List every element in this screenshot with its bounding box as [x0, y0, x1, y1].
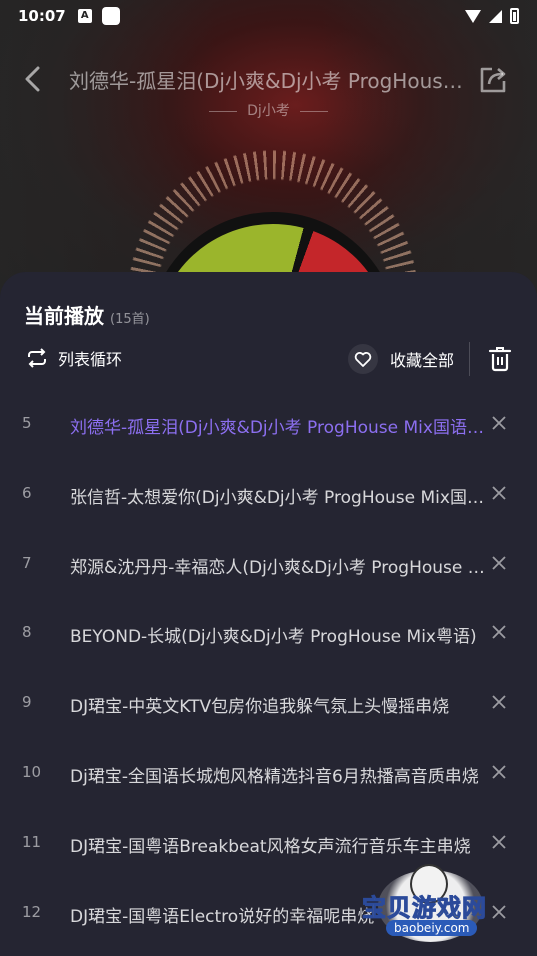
remove-track-button[interactable] [488, 761, 510, 783]
close-icon [492, 625, 506, 640]
playlist-item[interactable]: 8 BEYOND-长城(Dj小爽&Dj小考 ProgHouse Mix粤语) [0, 599, 537, 669]
track-name: 郑源&沈丹丹-幸福恋人(Dj小爽&Dj小考 ProgHouse Mix) [70, 557, 486, 578]
share-button[interactable] [476, 63, 510, 97]
playlist-controls: 列表循环 收藏全部 [0, 342, 537, 378]
share-icon [480, 67, 506, 93]
remove-track-button[interactable] [488, 482, 510, 504]
track-number: 6 [22, 483, 32, 502]
track-name: Dj珺宝-全国语长城炮风格精选抖音6月热播高音质串烧 [70, 766, 479, 787]
song-title: 刘德华-孤星泪(Dj小爽&Dj小考 ProgHouse Mix国语女) [69, 69, 465, 93]
remove-track-button[interactable] [488, 691, 510, 713]
loop-mode-button[interactable]: 列表循环 [26, 346, 122, 370]
track-name: BEYOND-长城(Dj小爽&Dj小考 ProgHouse Mix粤语) [70, 627, 477, 648]
watermark: 宝贝游戏网 baobeiy.com [358, 858, 508, 948]
playlist-item[interactable]: 10 Dj珺宝-全国语长城炮风格精选抖音6月热播高音质串烧 [0, 739, 537, 809]
remove-track-button[interactable] [488, 831, 510, 853]
favorite-all-button[interactable]: 收藏全部 [348, 344, 454, 374]
remove-track-button[interactable] [488, 412, 510, 434]
watermark-text: 宝贝游戏网 [362, 894, 487, 923]
notification-a-icon: A [77, 9, 92, 23]
controls-divider [469, 342, 470, 376]
track-name: DJ珺宝-中英文KTV包房你追我躲气氛上头慢摇串烧 [70, 697, 450, 718]
signal-icon [489, 9, 502, 23]
track-number: 7 [22, 553, 32, 572]
status-time: 10:07 [18, 7, 66, 25]
player-background [0, 0, 537, 300]
artist-divider-right [299, 110, 328, 112]
artist-row: Dj小考 [0, 100, 537, 120]
playlist-item[interactable]: 5 刘德华-孤星泪(Dj小爽&Dj小考 ProgHouse Mix国语女) [0, 390, 537, 460]
favorite-all-label: 收藏全部 [390, 351, 455, 370]
notification-app-icon [101, 7, 120, 25]
track-number: 10 [22, 762, 42, 781]
playlist-item[interactable]: 6 张信哲-太想爱你(Dj小爽&Dj小考 ProgHouse Mix国语) [0, 460, 537, 530]
heart-icon [354, 352, 372, 367]
playlist-item[interactable]: 7 郑源&沈丹丹-幸福恋人(Dj小爽&Dj小考 ProgHouse Mix) [0, 530, 537, 600]
repeat-icon [28, 348, 46, 368]
loop-mode-label: 列表循环 [58, 350, 123, 369]
close-icon [492, 695, 506, 709]
close-icon [492, 555, 506, 570]
close-icon [492, 416, 506, 430]
player-header: 刘德华-孤星泪(Dj小爽&Dj小考 ProgHouse Mix国语女) [0, 55, 537, 105]
artist-name[interactable]: Dj小考 [247, 103, 290, 119]
playlist-sheet: 当前播放 (15首) 列表循环 收藏全部 5 刘德华-孤星泪(Dj小爽&Dj小考… [0, 272, 537, 956]
artist-divider-left [209, 110, 238, 112]
close-icon [492, 835, 506, 849]
track-number: 8 [22, 623, 32, 642]
playlist-header: 当前播放 (15首) [24, 300, 150, 329]
chevron-left-icon [25, 66, 40, 92]
track-name: DJ珺宝-国粤语Breakbeat风格女声流行音乐车主串烧 [70, 836, 471, 857]
track-number: 12 [22, 902, 42, 921]
trash-icon [488, 347, 512, 372]
playlist-count: (15首) [110, 312, 150, 327]
status-bar: 10:07 A [0, 0, 537, 32]
track-number: 5 [22, 414, 32, 432]
track-number: 11 [22, 832, 42, 851]
playlist-item[interactable]: 9 DJ珺宝-中英文KTV包房你追我躲气氛上头慢摇串烧 [0, 669, 537, 739]
wifi-icon [465, 9, 481, 23]
track-number: 9 [22, 693, 32, 712]
remove-track-button[interactable] [488, 552, 510, 574]
remove-track-button[interactable] [488, 621, 510, 643]
clear-playlist-button[interactable] [485, 344, 515, 374]
track-name: 刘德华-孤星泪(Dj小爽&Dj小考 ProgHouse Mix国语女) [70, 418, 486, 438]
heart-icon-wrap [348, 344, 378, 374]
playlist-title: 当前播放 [24, 304, 104, 328]
close-icon [492, 765, 506, 779]
battery-icon [510, 8, 519, 24]
back-button[interactable] [16, 63, 48, 95]
close-icon [492, 486, 506, 500]
track-name: 张信哲-太想爱你(Dj小爽&Dj小考 ProgHouse Mix国语) [70, 487, 486, 508]
watermark-url: baobeiy.com [386, 920, 478, 936]
